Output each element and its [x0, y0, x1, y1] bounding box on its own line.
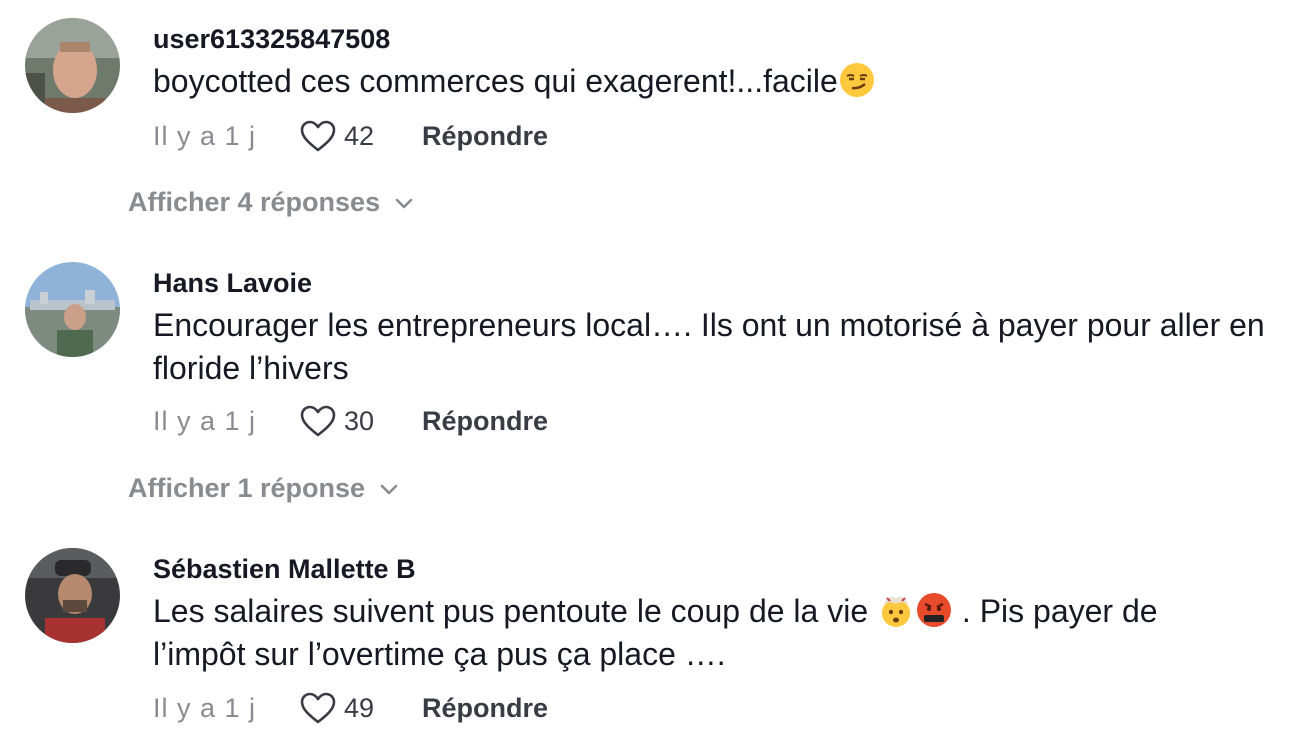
comment-text-content: Les salaires suivent pus pentoute le cou… [153, 593, 878, 629]
chevron-down-icon [380, 484, 398, 494]
view-replies-button[interactable]: Afficher 4 réponses [128, 187, 414, 218]
view-replies-button[interactable]: Afficher 1 réponse [128, 473, 399, 504]
avatar-image [25, 262, 120, 357]
comment-meta: Il y a 1 j 30 Répondre [153, 401, 548, 441]
comment-timestamp: Il y a 1 j [153, 405, 257, 436]
comment-username[interactable]: user613325847508 [153, 24, 390, 55]
like-count: 30 [344, 405, 375, 436]
avatar[interactable] [25, 548, 120, 643]
comment-text: boycotted ces commerces qui exagerent!..… [153, 60, 1303, 103]
like-button[interactable]: 49 [299, 691, 422, 725]
like-button[interactable]: 42 [299, 119, 422, 153]
comment-text-content: boycotted ces commerces qui exagerent!..… [153, 63, 838, 99]
heart-outline-icon [300, 405, 336, 437]
comment-text: Les salaires suivent pus pentoute le cou… [153, 590, 1213, 676]
comment-text: Encourager les entrepreneurs local…. Ils… [153, 307, 1265, 386]
comment-list: user613325847508 boycotted ces commerces… [0, 0, 1310, 744]
like-button[interactable]: 30 [299, 404, 422, 438]
comment-username[interactable]: Sébastien Mallette B [153, 554, 416, 585]
like-count: 49 [344, 692, 375, 723]
avatar-image [25, 548, 120, 643]
view-replies-label: Afficher 4 réponses [128, 187, 381, 217]
avatar[interactable] [25, 262, 120, 357]
comment-meta: Il y a 1 j 42 Répondre [153, 116, 548, 156]
heart-outline-icon [300, 120, 336, 152]
smirk-emoji-icon [839, 63, 874, 97]
comment-timestamp: Il y a 1 j [153, 692, 257, 723]
comment-username[interactable]: Hans Lavoie [153, 268, 312, 299]
comment-timestamp: Il y a 1 j [153, 120, 257, 151]
reply-button[interactable]: Répondre [422, 693, 548, 724]
chevron-down-icon [395, 198, 413, 208]
avatar[interactable] [25, 18, 120, 113]
exploding-head-emoji-icon [882, 596, 911, 627]
reply-button[interactable]: Répondre [422, 406, 548, 437]
avatar-image [25, 18, 120, 113]
like-count: 42 [344, 120, 375, 151]
cursing-face-emoji-icon [917, 593, 952, 627]
reply-button[interactable]: Répondre [422, 121, 548, 152]
heart-outline-icon [300, 692, 336, 724]
view-replies-label: Afficher 1 réponse [128, 473, 366, 503]
comment-meta: Il y a 1 j 49 Répondre [153, 688, 548, 728]
